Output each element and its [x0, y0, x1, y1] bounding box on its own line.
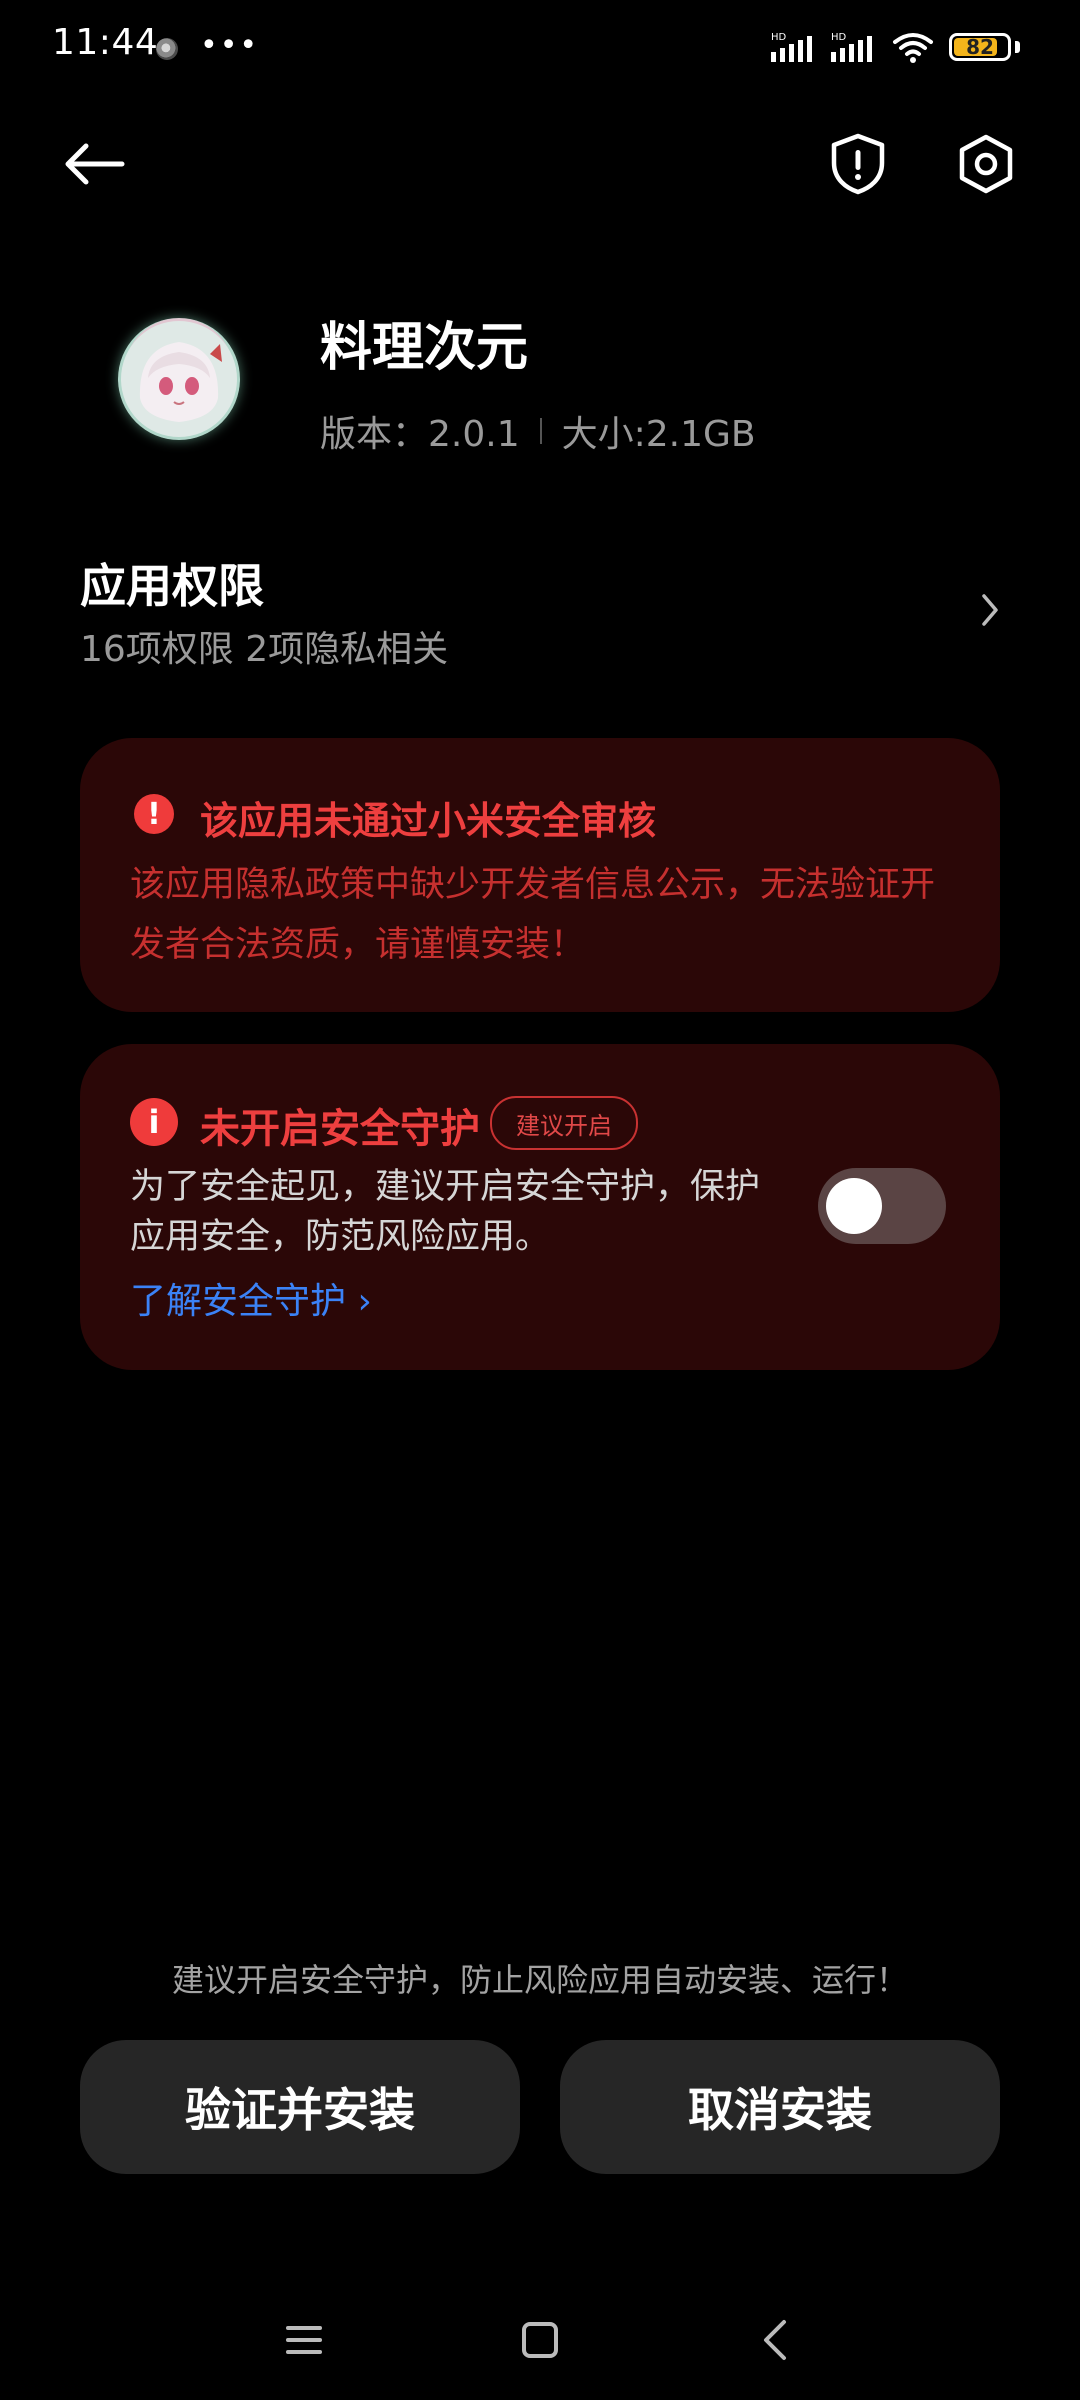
app-meta: 版本：2.0.1 大小:2.1GB	[320, 405, 756, 457]
security-button[interactable]	[818, 124, 898, 204]
svg-text:HD: HD	[831, 32, 847, 43]
app-name: 料理次元	[320, 318, 529, 378]
toggle-knob	[826, 1178, 882, 1234]
app-version: 版本：2.0.1	[320, 414, 520, 455]
shield-alert-icon	[831, 133, 885, 195]
status-app-icon	[156, 38, 178, 60]
protection-toggle[interactable]	[818, 1168, 946, 1244]
meta-divider	[539, 418, 542, 444]
signal-icon-2: HD	[831, 32, 872, 62]
status-more-icon: •••	[200, 28, 260, 63]
battery-cap	[1015, 41, 1020, 53]
nav-back-button[interactable]	[746, 2310, 806, 2370]
warning-title: 该应用未通过小米安全审核	[200, 799, 657, 843]
battery-icon: 82	[949, 33, 1011, 61]
verify-install-button[interactable]: 验证并安装	[80, 2040, 520, 2174]
home-square-icon	[522, 2322, 558, 2358]
chevron-left-icon	[764, 2320, 786, 2360]
chevron-right-icon	[970, 580, 1010, 640]
app-size: 大小:2.1GB	[561, 414, 756, 455]
protection-title: 未开启安全守护	[200, 1106, 480, 1152]
suggest-badge: 建议开启	[490, 1096, 638, 1150]
warning-body: 该应用隐私政策中缺少开发者信息公示，无法验证开发者合法资质，请谨慎安装！	[130, 865, 936, 965]
svg-text:HD: HD	[771, 32, 787, 43]
status-indicators: HD HD 82	[771, 30, 1020, 64]
arrow-left-icon	[65, 143, 125, 185]
permissions-summary: 16项权限 2项隐私相关	[80, 629, 449, 670]
nav-menu-button[interactable]	[274, 2310, 334, 2370]
app-icon	[118, 318, 240, 440]
permissions-title: 应用权限	[80, 559, 264, 613]
learn-protection-link[interactable]: 了解安全守护 ›	[130, 1272, 372, 1324]
settings-button[interactable]	[946, 124, 1026, 204]
back-button[interactable]	[54, 124, 134, 204]
menu-icon	[286, 2326, 322, 2354]
status-time: 11:44	[52, 22, 159, 63]
footer-note: 建议开启安全守护，防止风险应用自动安装、运行！	[171, 1961, 908, 1999]
app-avatar-image	[121, 321, 237, 437]
wifi-icon	[893, 33, 933, 63]
nav-home-button[interactable]	[510, 2310, 570, 2370]
protection-body: 为了安全起见，建议开启安全守护，保护应用安全，防范风险应用。	[130, 1167, 761, 1257]
warning-icon: !	[134, 794, 174, 834]
cancel-install-button[interactable]: 取消安装	[560, 2040, 1000, 2174]
settings-hex-icon	[959, 134, 1013, 194]
battery-level: 82	[966, 35, 994, 59]
signal-icon: HD	[771, 32, 812, 62]
info-alert-icon: i	[130, 1098, 178, 1146]
